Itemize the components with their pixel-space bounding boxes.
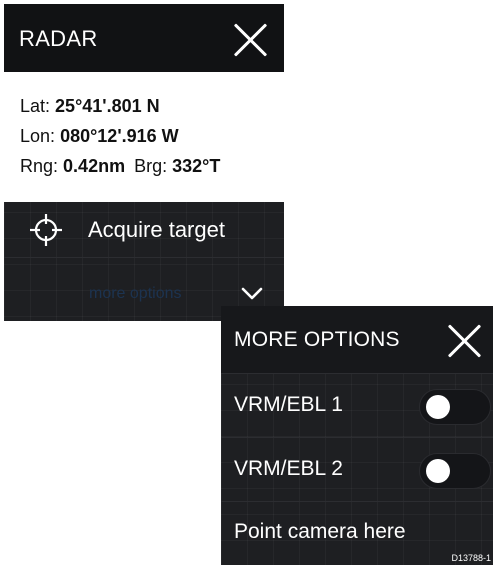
range-label: Rng:	[20, 156, 59, 176]
target-crosshair-icon	[30, 214, 62, 246]
radar-menu-header: RADAR	[4, 4, 284, 72]
longitude-value: 080°12'.916 W	[60, 126, 179, 146]
close-icon[interactable]	[233, 22, 269, 58]
more-options-label: more options	[89, 285, 182, 302]
vrm-ebl-2-label: VRM/EBL 2	[234, 457, 343, 480]
acquire-target-button[interactable]: Acquire target	[4, 202, 284, 258]
vrm-ebl-2-row[interactable]: VRM/EBL 2	[221, 438, 493, 502]
chevron-down-icon	[241, 287, 263, 300]
bearing-value: 332°T	[172, 156, 221, 176]
vrm-ebl-1-toggle[interactable]	[419, 389, 491, 425]
reference-code: D13788-1	[451, 553, 491, 563]
vrm-ebl-2-toggle[interactable]	[419, 453, 491, 489]
latitude-value: 25°41'.801 N	[55, 96, 160, 116]
range-bearing-line: Rng: 0.42nm Brg: 332°T	[20, 156, 220, 177]
bearing-label: Brg:	[134, 156, 168, 176]
radar-menu-title: RADAR	[19, 26, 98, 51]
longitude-line: Lon: 080°12'.916 W	[20, 126, 179, 147]
radar-context-menu: RADAR Lat: 25°41'.801 N Lon: 080°12'.916…	[4, 4, 284, 321]
acquire-target-label: Acquire target	[88, 217, 225, 242]
more-options-header: MORE OPTIONS	[221, 306, 493, 374]
position-info-box: Lat: 25°41'.801 N Lon: 080°12'.916 W Rng…	[4, 72, 284, 202]
longitude-label: Lon:	[20, 126, 56, 146]
more-options-title: MORE OPTIONS	[234, 328, 400, 351]
vrm-ebl-1-row[interactable]: VRM/EBL 1	[221, 374, 493, 438]
close-icon[interactable]	[447, 323, 483, 359]
point-camera-here-label: Point camera here	[234, 520, 406, 543]
vrm-ebl-1-label: VRM/EBL 1	[234, 393, 343, 416]
latitude-label: Lat:	[20, 96, 51, 116]
latitude-line: Lat: 25°41'.801 N	[20, 96, 160, 117]
range-value: 0.42nm	[63, 156, 126, 176]
more-options-menu: MORE OPTIONS VRM/EBL 1 VRM/EBL 2 Point c…	[221, 306, 493, 565]
toggle-knob	[426, 459, 450, 483]
toggle-knob	[426, 395, 450, 419]
